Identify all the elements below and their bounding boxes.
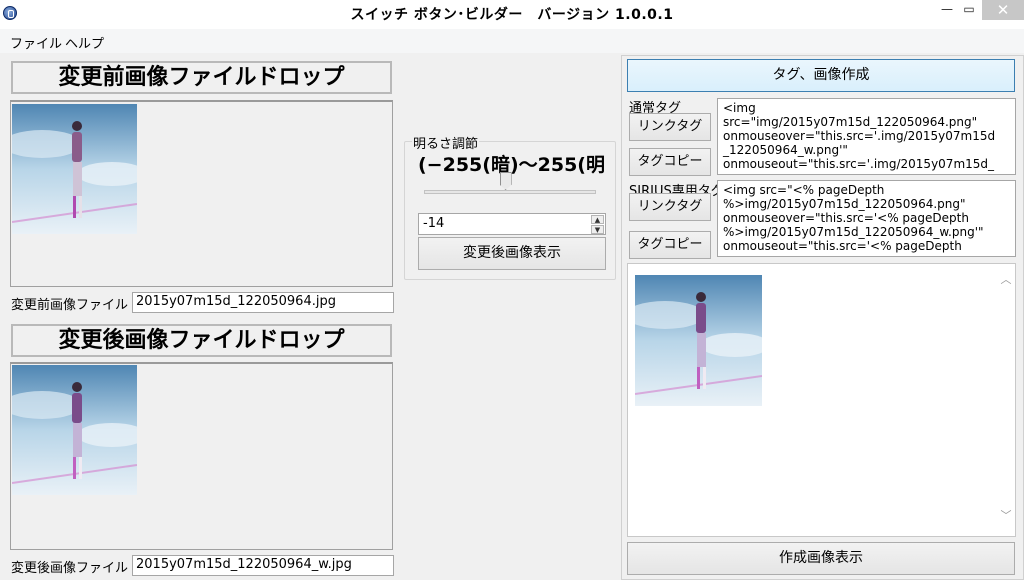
maximize-button[interactable]: ▭ xyxy=(956,0,982,20)
created-image xyxy=(635,275,762,406)
before-image xyxy=(12,104,137,234)
normal-link-tag-button[interactable]: リンクタグ xyxy=(629,113,711,141)
before-drop-title: 変更前画像ファイルドロップ xyxy=(11,61,392,94)
brightness-value: -14 xyxy=(423,216,445,231)
after-file-field[interactable]: 2015y07m15d_122050964_w.jpg xyxy=(132,555,394,576)
spin-down-icon[interactable]: ▼ xyxy=(591,225,604,234)
show-created-image-button[interactable]: 作成画像表示 xyxy=(627,542,1015,575)
show-modified-image-button[interactable]: 変更後画像表示 xyxy=(418,237,606,270)
preview-scrollbar[interactable]: ︿ ﹀ xyxy=(997,264,1015,536)
brightness-spinbox[interactable]: -14 ▲ ▼ xyxy=(418,213,606,235)
before-file-field[interactable]: 2015y07m15d_122050964.jpg xyxy=(132,292,394,313)
sirius-tag-copy-button[interactable]: タグコピー xyxy=(629,231,711,259)
normal-tag-code[interactable]: <img src="img/2015y07m15d_122050964.png"… xyxy=(717,98,1016,175)
after-drop-area[interactable] xyxy=(10,362,393,550)
menu-file[interactable]: ファイル xyxy=(10,33,62,52)
image-drop-panel: 変更前画像ファイルドロップ 変更前画像ファイル 2015y07m15d_1220… xyxy=(5,57,398,578)
brightness-range-text: (−255(暗)～255(明 xyxy=(418,154,605,176)
sirius-link-tag-button[interactable]: リンクタグ xyxy=(629,193,711,221)
after-file-label: 変更後画像ファイル xyxy=(11,561,129,576)
scroll-down-icon[interactable]: ﹀ xyxy=(1000,510,1012,522)
brightness-slider-track[interactable] xyxy=(424,190,596,194)
menu-bar: ファイル ヘルプ xyxy=(0,29,1024,53)
created-image-preview: ︿ ﹀ xyxy=(627,263,1016,537)
scroll-up-icon[interactable]: ︿ xyxy=(1000,274,1012,286)
before-file-label: 変更前画像ファイル xyxy=(11,298,129,313)
after-drop-title: 変更後画像ファイルドロップ xyxy=(11,324,392,357)
create-tag-image-button[interactable]: タグ、画像作成 xyxy=(627,59,1015,92)
spin-up-icon[interactable]: ▲ xyxy=(591,215,604,224)
close-button[interactable]: ✕ xyxy=(982,0,1024,20)
sirius-tag-code[interactable]: <img src="<% pageDepth %>img/2015y07m15d… xyxy=(717,180,1016,257)
window-title: スイッチ ボタン･ビルダー バージョン 1.0.0.1 xyxy=(350,7,674,23)
title-bar: スイッチ ボタン･ビルダー バージョン 1.0.0.1 — ▭ ✕ xyxy=(0,0,1024,29)
before-drop-area[interactable] xyxy=(10,100,393,287)
normal-tag-copy-button[interactable]: タグコピー xyxy=(629,148,711,176)
after-image xyxy=(12,365,137,495)
menu-help[interactable]: ヘルプ xyxy=(65,33,104,52)
